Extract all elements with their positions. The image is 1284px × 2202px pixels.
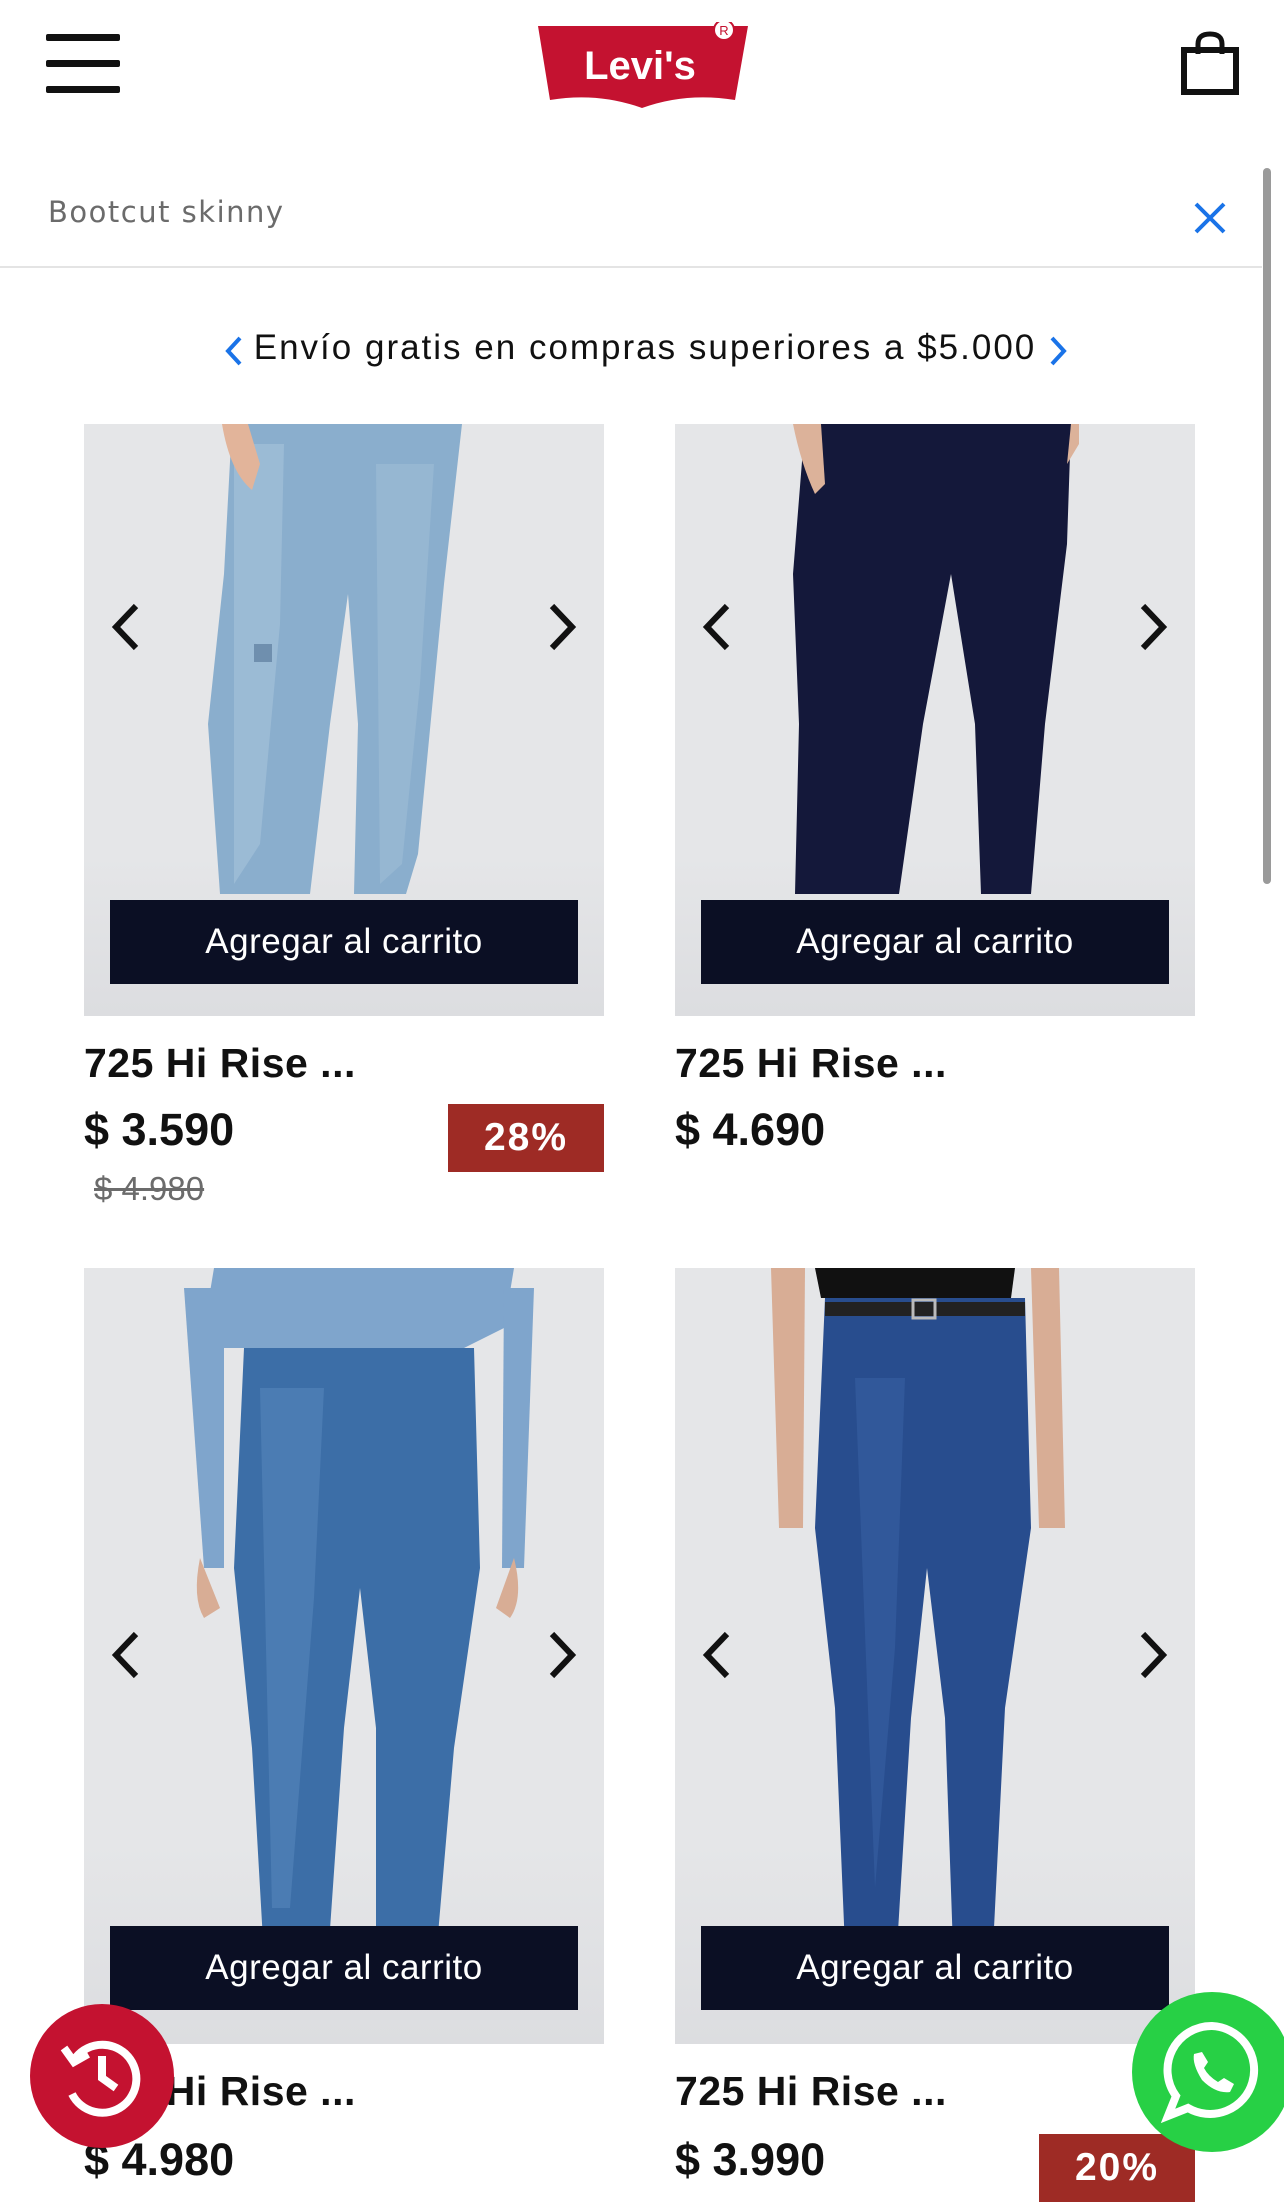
- product-price: $ 3.590: [84, 1104, 235, 1155]
- add-to-cart-button[interactable]: Agregar al carrito: [701, 900, 1169, 984]
- add-to-cart-button[interactable]: Agregar al carrito: [110, 900, 578, 984]
- chevron-right-icon[interactable]: [542, 1628, 582, 1682]
- chevron-right-icon[interactable]: [542, 600, 582, 654]
- chevron-right-icon[interactable]: [1046, 334, 1070, 368]
- chevron-left-icon[interactable]: [697, 1628, 737, 1682]
- add-to-cart-button[interactable]: Agregar al carrito: [110, 1926, 578, 2010]
- add-to-cart-button[interactable]: Agregar al carrito: [701, 1926, 1169, 2010]
- chevron-left-icon[interactable]: [106, 600, 146, 654]
- logo-text: Levi's: [584, 44, 696, 88]
- search-bar: [0, 160, 1262, 268]
- search-input[interactable]: [48, 184, 1148, 240]
- product-name[interactable]: 725 Hi Rise ...: [84, 1040, 356, 1087]
- product-image[interactable]: Agregar al carrito: [84, 1268, 604, 2044]
- scrollbar[interactable]: [1263, 168, 1271, 884]
- product-image[interactable]: Agregar al carrito: [675, 1268, 1195, 2044]
- shopping-bag-icon[interactable]: [1180, 30, 1240, 96]
- hamburger-menu-icon[interactable]: [46, 34, 120, 94]
- header: Levi's R: [0, 0, 1284, 140]
- chevron-right-icon[interactable]: [1133, 1628, 1173, 1682]
- close-icon[interactable]: [1192, 200, 1228, 236]
- promo-banner: Envío gratis en compras superiores a $5.…: [220, 320, 1070, 380]
- product-price: $ 4.690: [675, 1104, 826, 1155]
- whatsapp-button[interactable]: [1132, 1992, 1284, 2152]
- history-icon: [60, 2040, 141, 2117]
- product-price: $ 3.990: [675, 2134, 826, 2185]
- product-image[interactable]: Agregar al carrito: [84, 424, 604, 1016]
- product-name[interactable]: 725 Hi Rise ...: [675, 2068, 947, 2115]
- history-button[interactable]: [30, 2004, 174, 2148]
- discount-badge: 28%: [448, 1104, 604, 1172]
- chevron-left-icon[interactable]: [697, 600, 737, 654]
- chevron-right-icon[interactable]: [1133, 600, 1173, 654]
- whatsapp-icon: [1160, 2021, 1259, 2124]
- product-image[interactable]: Agregar al carrito: [675, 424, 1195, 1016]
- chevron-left-icon[interactable]: [222, 334, 246, 368]
- chevron-left-icon[interactable]: [106, 1628, 146, 1682]
- product-name[interactable]: 725 Hi Rise ...: [675, 1040, 947, 1087]
- product-old-price: $ 4.980: [94, 1170, 205, 1207]
- levis-logo[interactable]: Levi's R: [536, 22, 748, 114]
- svg-text:R: R: [719, 23, 728, 38]
- promo-text: Envío gratis en compras superiores a $5.…: [253, 328, 1037, 367]
